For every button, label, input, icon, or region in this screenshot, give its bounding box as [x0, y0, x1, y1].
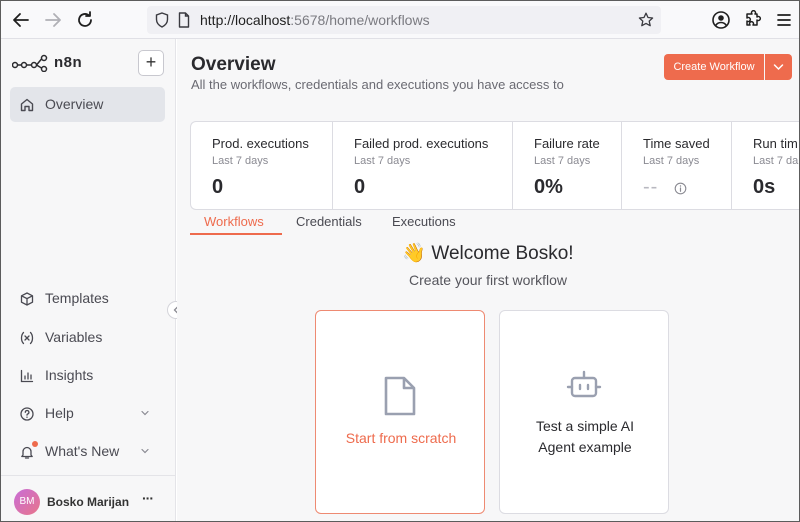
shield-icon[interactable] — [153, 11, 171, 29]
stat-period: Last 7 days — [354, 155, 411, 167]
info-icon[interactable] — [674, 182, 687, 195]
url-path: :5678/home/workflows — [290, 12, 430, 28]
add-button[interactable]: + — [138, 50, 164, 76]
welcome-heading: 👋 Welcome Bosko! — [402, 243, 574, 264]
stat-label: Failure rate — [534, 136, 600, 151]
star-icon[interactable] — [637, 11, 655, 29]
sidebar-item-templates[interactable]: Templates — [10, 281, 165, 316]
page-title: Overview — [191, 54, 276, 75]
url-text: http://localhost:5678/home/workflows — [200, 12, 430, 28]
back-button[interactable] — [9, 8, 33, 32]
tab-workflows[interactable]: Workflows — [204, 214, 264, 229]
sidebar-item-overview[interactable]: Overview — [10, 87, 165, 122]
account-icon[interactable] — [711, 10, 731, 30]
stat-value: 0s — [753, 176, 776, 198]
card-label-line1: Test a simple AI — [535, 418, 635, 434]
user-name: Bosko Marijan — [47, 495, 130, 509]
reload-button[interactable] — [73, 8, 97, 32]
robot-icon — [566, 370, 602, 398]
tab-executions[interactable]: Executions — [392, 214, 456, 229]
brand-name: n8n — [54, 54, 83, 71]
n8n-logo-icon[interactable] — [12, 54, 48, 72]
sidebar-item-label: What's New — [45, 443, 120, 459]
avatar[interactable]: BM — [14, 489, 40, 515]
active-tab-indicator — [190, 233, 282, 235]
stat-time-saved[interactable]: Time saved Last 7 days -- — [622, 122, 732, 209]
menu-icon[interactable] — [774, 10, 794, 30]
sidebar-item-insights[interactable]: Insights — [10, 358, 165, 393]
page-icon[interactable] — [175, 11, 193, 29]
chevron-down-icon — [141, 410, 149, 416]
url-host: http://localhost — [200, 12, 291, 28]
stat-period: Last 7 days — [643, 155, 700, 167]
reload-icon — [78, 11, 92, 27]
stat-label: Run tim — [753, 136, 798, 151]
sidebar-item-label: Templates — [45, 290, 109, 306]
sidebar-item-whats-new[interactable]: What's New — [10, 434, 165, 469]
card-label-line2: Agent example — [538, 439, 632, 455]
tab-credentials[interactable]: Credentials — [296, 214, 362, 229]
welcome-subtitle: Create your first workflow — [409, 272, 567, 288]
forward-button[interactable] — [41, 8, 65, 32]
stat-label: Time saved — [643, 136, 710, 151]
stat-label: Failed prod. executions — [354, 136, 489, 151]
stat-run-time[interactable]: Run tim Last 7 da 0s — [732, 122, 799, 209]
card-label: Test a simple AI Agent example — [510, 416, 660, 458]
file-icon — [384, 376, 416, 416]
stat-value: -- — [643, 176, 659, 198]
create-options-button[interactable] — [765, 54, 792, 80]
sidebar-item-label: Overview — [45, 96, 104, 112]
arrow-left-icon — [13, 13, 29, 27]
main-content: Overview All the workflows, credentials … — [177, 39, 799, 521]
stat-label: Prod. executions — [212, 136, 309, 151]
stat-period: Last 7 da — [753, 155, 799, 167]
chevron-down-icon — [773, 64, 784, 71]
extensions-icon[interactable] — [743, 10, 763, 30]
chart-icon — [20, 369, 34, 383]
help-icon — [20, 407, 34, 421]
user-options-button[interactable]: ··· — [142, 490, 154, 506]
stat-period: Last 7 days — [212, 155, 269, 167]
home-icon — [20, 98, 34, 112]
arrow-right-icon — [45, 13, 61, 27]
stat-value: 0% — [534, 176, 563, 198]
tab-bar: Workflows Credentials Executions — [190, 210, 799, 237]
stat-period: Last 7 days — [534, 155, 591, 167]
window: http://localhost:5678/home/workflows n8n… — [0, 0, 800, 522]
sidebar-item-label: Variables — [45, 329, 103, 345]
address-bar[interactable]: http://localhost:5678/home/workflows — [147, 6, 661, 34]
stat-prod-executions[interactable]: Prod. executions Last 7 days 0 — [191, 122, 333, 209]
page-subtitle: All the workflows, credentials and execu… — [191, 77, 564, 92]
sidebar-item-label: Help — [45, 405, 74, 421]
sidebar: n8n + Overview Templates Variables Insig… — [1, 39, 185, 521]
create-workflow-button[interactable]: Create Workflow — [664, 54, 764, 80]
stat-value: 0 — [354, 176, 366, 198]
start-from-scratch-card[interactable]: Start from scratch — [315, 310, 485, 514]
card-label: Start from scratch — [345, 430, 457, 446]
sidebar-item-variables[interactable]: Variables — [10, 320, 165, 355]
notification-dot — [32, 441, 38, 447]
stat-value: 0 — [212, 176, 224, 198]
box-icon — [20, 292, 34, 306]
sidebar-item-label: Insights — [45, 367, 94, 383]
stat-failed-executions[interactable]: Failed prod. executions Last 7 days 0 — [333, 122, 513, 209]
stat-failure-rate[interactable]: Failure rate Last 7 days 0% — [513, 122, 622, 209]
sidebar-item-help[interactable]: Help — [10, 396, 165, 431]
user-menu[interactable]: BM Bosko Marijan ··· — [1, 475, 176, 521]
browser-toolbar: http://localhost:5678/home/workflows — [1, 1, 799, 39]
ai-agent-example-card[interactable]: Test a simple AI Agent example — [499, 310, 669, 514]
variable-icon — [20, 331, 34, 345]
chevron-down-icon — [141, 448, 149, 454]
stats-panel: Prod. executions Last 7 days 0 Failed pr… — [190, 121, 799, 210]
